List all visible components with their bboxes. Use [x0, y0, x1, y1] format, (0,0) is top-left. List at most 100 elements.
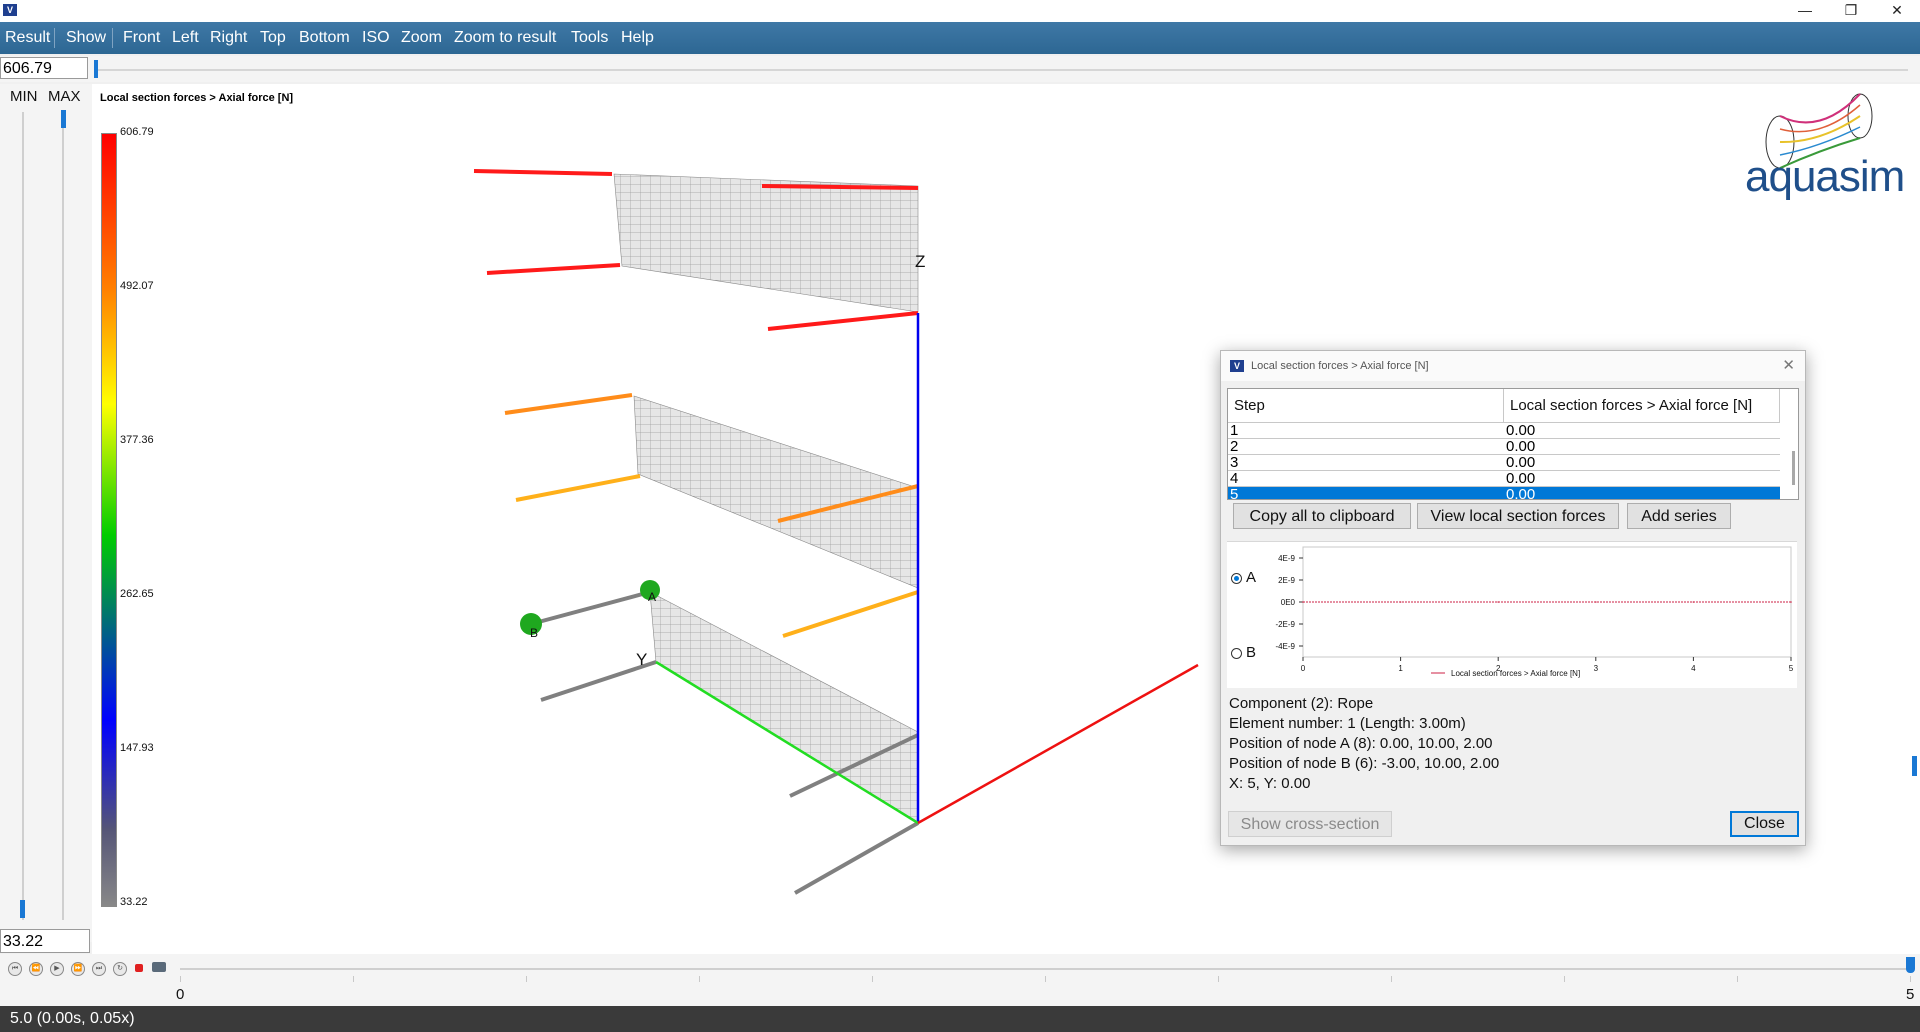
- rope: [473, 169, 613, 176]
- table-row[interactable]: 1 0.00: [1228, 423, 1780, 439]
- timeline-bar: [0, 954, 1920, 1006]
- timeline-tick: [1910, 976, 1911, 982]
- loop-icon[interactable]: ↻: [113, 962, 127, 976]
- timeline-tick: [1391, 976, 1392, 982]
- cell-value: 0.00: [1506, 454, 1536, 471]
- node-a-position: Position of node A (8): 0.00, 10.00, 2.0…: [1229, 735, 1493, 752]
- xy-readout: X: 5, Y: 0.00: [1229, 775, 1311, 792]
- rope: [515, 474, 641, 502]
- table-row[interactable]: 3 0.00: [1228, 455, 1780, 471]
- data-point: [1595, 601, 1597, 603]
- radio-b-label: B: [1246, 644, 1257, 661]
- first-step-icon[interactable]: ⏮: [8, 962, 22, 976]
- camera-icon[interactable]: [152, 962, 166, 972]
- axial-force-chart: 4E-92E-90E0-2E-9-4E-90 1 2 3 4 5Local section…: [1275, 546, 1794, 678]
- node-b-position: Position of node B (6): -3.00, 10.00, 2.…: [1229, 755, 1500, 772]
- timeline-tick: [872, 976, 873, 982]
- y-tick-label: 4E-9: [1278, 554, 1295, 563]
- axis-label-y: Y: [636, 650, 648, 669]
- data-point: [1302, 601, 1304, 603]
- timeline-tick: [1564, 976, 1565, 982]
- node-label-b: B: [530, 626, 539, 640]
- rope: [504, 393, 633, 415]
- element-info: Element number: 1 (Length: 3.00m): [1229, 715, 1466, 732]
- timeline-tick: [1045, 976, 1046, 982]
- radio-a[interactable]: [1231, 573, 1242, 584]
- step-back-icon[interactable]: ⏪: [29, 962, 43, 976]
- table-scrollbar[interactable]: [1792, 451, 1795, 485]
- data-point: [1790, 601, 1792, 603]
- timeline-thumb[interactable]: [1906, 957, 1915, 973]
- dialog-close-icon[interactable]: ✕: [1782, 356, 1795, 374]
- cell-step: 4: [1230, 470, 1239, 487]
- status-text: 5.0 (0.00s, 0.05x): [10, 1010, 135, 1027]
- net-panel: [649, 591, 919, 823]
- y-tick-label: -4E-9: [1275, 642, 1295, 651]
- rope: [530, 590, 651, 626]
- dialog-title-bar[interactable]: V Local section forces > Axial force [N]…: [1221, 351, 1805, 381]
- rope: [794, 821, 919, 895]
- aquasim-logo: aquasim: [1745, 152, 1905, 201]
- net-panel: [613, 173, 919, 313]
- timeline-tick: [1737, 976, 1738, 982]
- x-tick-label: 1: [1398, 664, 1403, 673]
- x-tick-label: 5: [1789, 664, 1794, 673]
- dialog-app-icon: V: [1230, 360, 1244, 372]
- timeline-start-label: 0: [176, 986, 185, 1003]
- axis-label-z: Z: [915, 252, 926, 271]
- cell-step: 5: [1230, 486, 1239, 500]
- record-icon[interactable]: [135, 964, 143, 972]
- dialog-title: Local section forces > Axial force [N]: [1251, 360, 1429, 372]
- y-tick-label: 2E-9: [1278, 576, 1295, 585]
- data-point: [1497, 601, 1499, 603]
- timeline-tick: [1218, 976, 1219, 982]
- timeline-tick: [526, 976, 527, 982]
- timeline-tick: [180, 976, 181, 982]
- table-row[interactable]: 2 0.00: [1228, 439, 1780, 455]
- data-point: [1399, 601, 1402, 603]
- timeline-track[interactable]: [180, 968, 1912, 970]
- add-series-button[interactable]: Add series: [1627, 503, 1731, 529]
- rope: [782, 590, 919, 638]
- view-local-section-forces-button[interactable]: View local section forces: [1417, 503, 1619, 529]
- x-tick-label: 3: [1594, 664, 1599, 673]
- timeline-end-label: 5: [1906, 986, 1915, 1003]
- cell-value: 0.00: [1506, 438, 1536, 455]
- x-tick-label: 4: [1691, 664, 1696, 673]
- play-icon[interactable]: ▶: [50, 962, 64, 976]
- rope: [486, 263, 621, 275]
- column-header-axial-force[interactable]: Local section forces > Axial force [N]: [1504, 389, 1780, 423]
- right-scroll-thumb[interactable]: [1912, 756, 1917, 776]
- section-forces-dialog: V Local section forces > Axial force [N]…: [1220, 350, 1806, 846]
- component-info: Component (2): Rope: [1229, 695, 1374, 712]
- show-cross-section-button[interactable]: Show cross-section: [1228, 811, 1392, 837]
- cell-step: 3: [1230, 454, 1239, 471]
- status-bar: 5.0 (0.00s, 0.05x): [0, 1006, 1920, 1032]
- cell-value: 0.00: [1506, 470, 1536, 487]
- table-row[interactable]: 4 0.00: [1228, 471, 1780, 487]
- close-button[interactable]: Close: [1730, 811, 1799, 837]
- rope: [767, 311, 919, 331]
- x-tick-label: 0: [1301, 664, 1306, 673]
- radio-a-label: A: [1246, 569, 1257, 586]
- y-tick-label: -2E-9: [1275, 620, 1295, 629]
- cell-value: 0.00: [1506, 422, 1536, 439]
- cell-step: 2: [1230, 438, 1239, 455]
- table-row-selected[interactable]: 5 0.00: [1228, 486, 1780, 500]
- net-panel: [633, 395, 919, 589]
- timeline-tick: [699, 976, 700, 982]
- node-label-a: A: [648, 590, 657, 604]
- x-axis: [917, 663, 1199, 825]
- last-step-icon[interactable]: ⏭: [92, 962, 106, 976]
- copy-all-button[interactable]: Copy all to clipboard: [1233, 503, 1411, 529]
- cell-value: 0.00: [1506, 486, 1536, 500]
- results-table: Step Local section forces > Axial force …: [1227, 388, 1799, 500]
- column-header-step[interactable]: Step: [1228, 389, 1504, 423]
- data-point: [1692, 601, 1695, 603]
- timeline-tick: [353, 976, 354, 982]
- radio-b[interactable]: [1231, 648, 1242, 659]
- legend-entry: Local section forces > Axial force [N]: [1451, 669, 1580, 678]
- step-forward-icon[interactable]: ⏩: [71, 962, 85, 976]
- cell-step: 1: [1230, 422, 1239, 439]
- rope: [761, 184, 919, 190]
